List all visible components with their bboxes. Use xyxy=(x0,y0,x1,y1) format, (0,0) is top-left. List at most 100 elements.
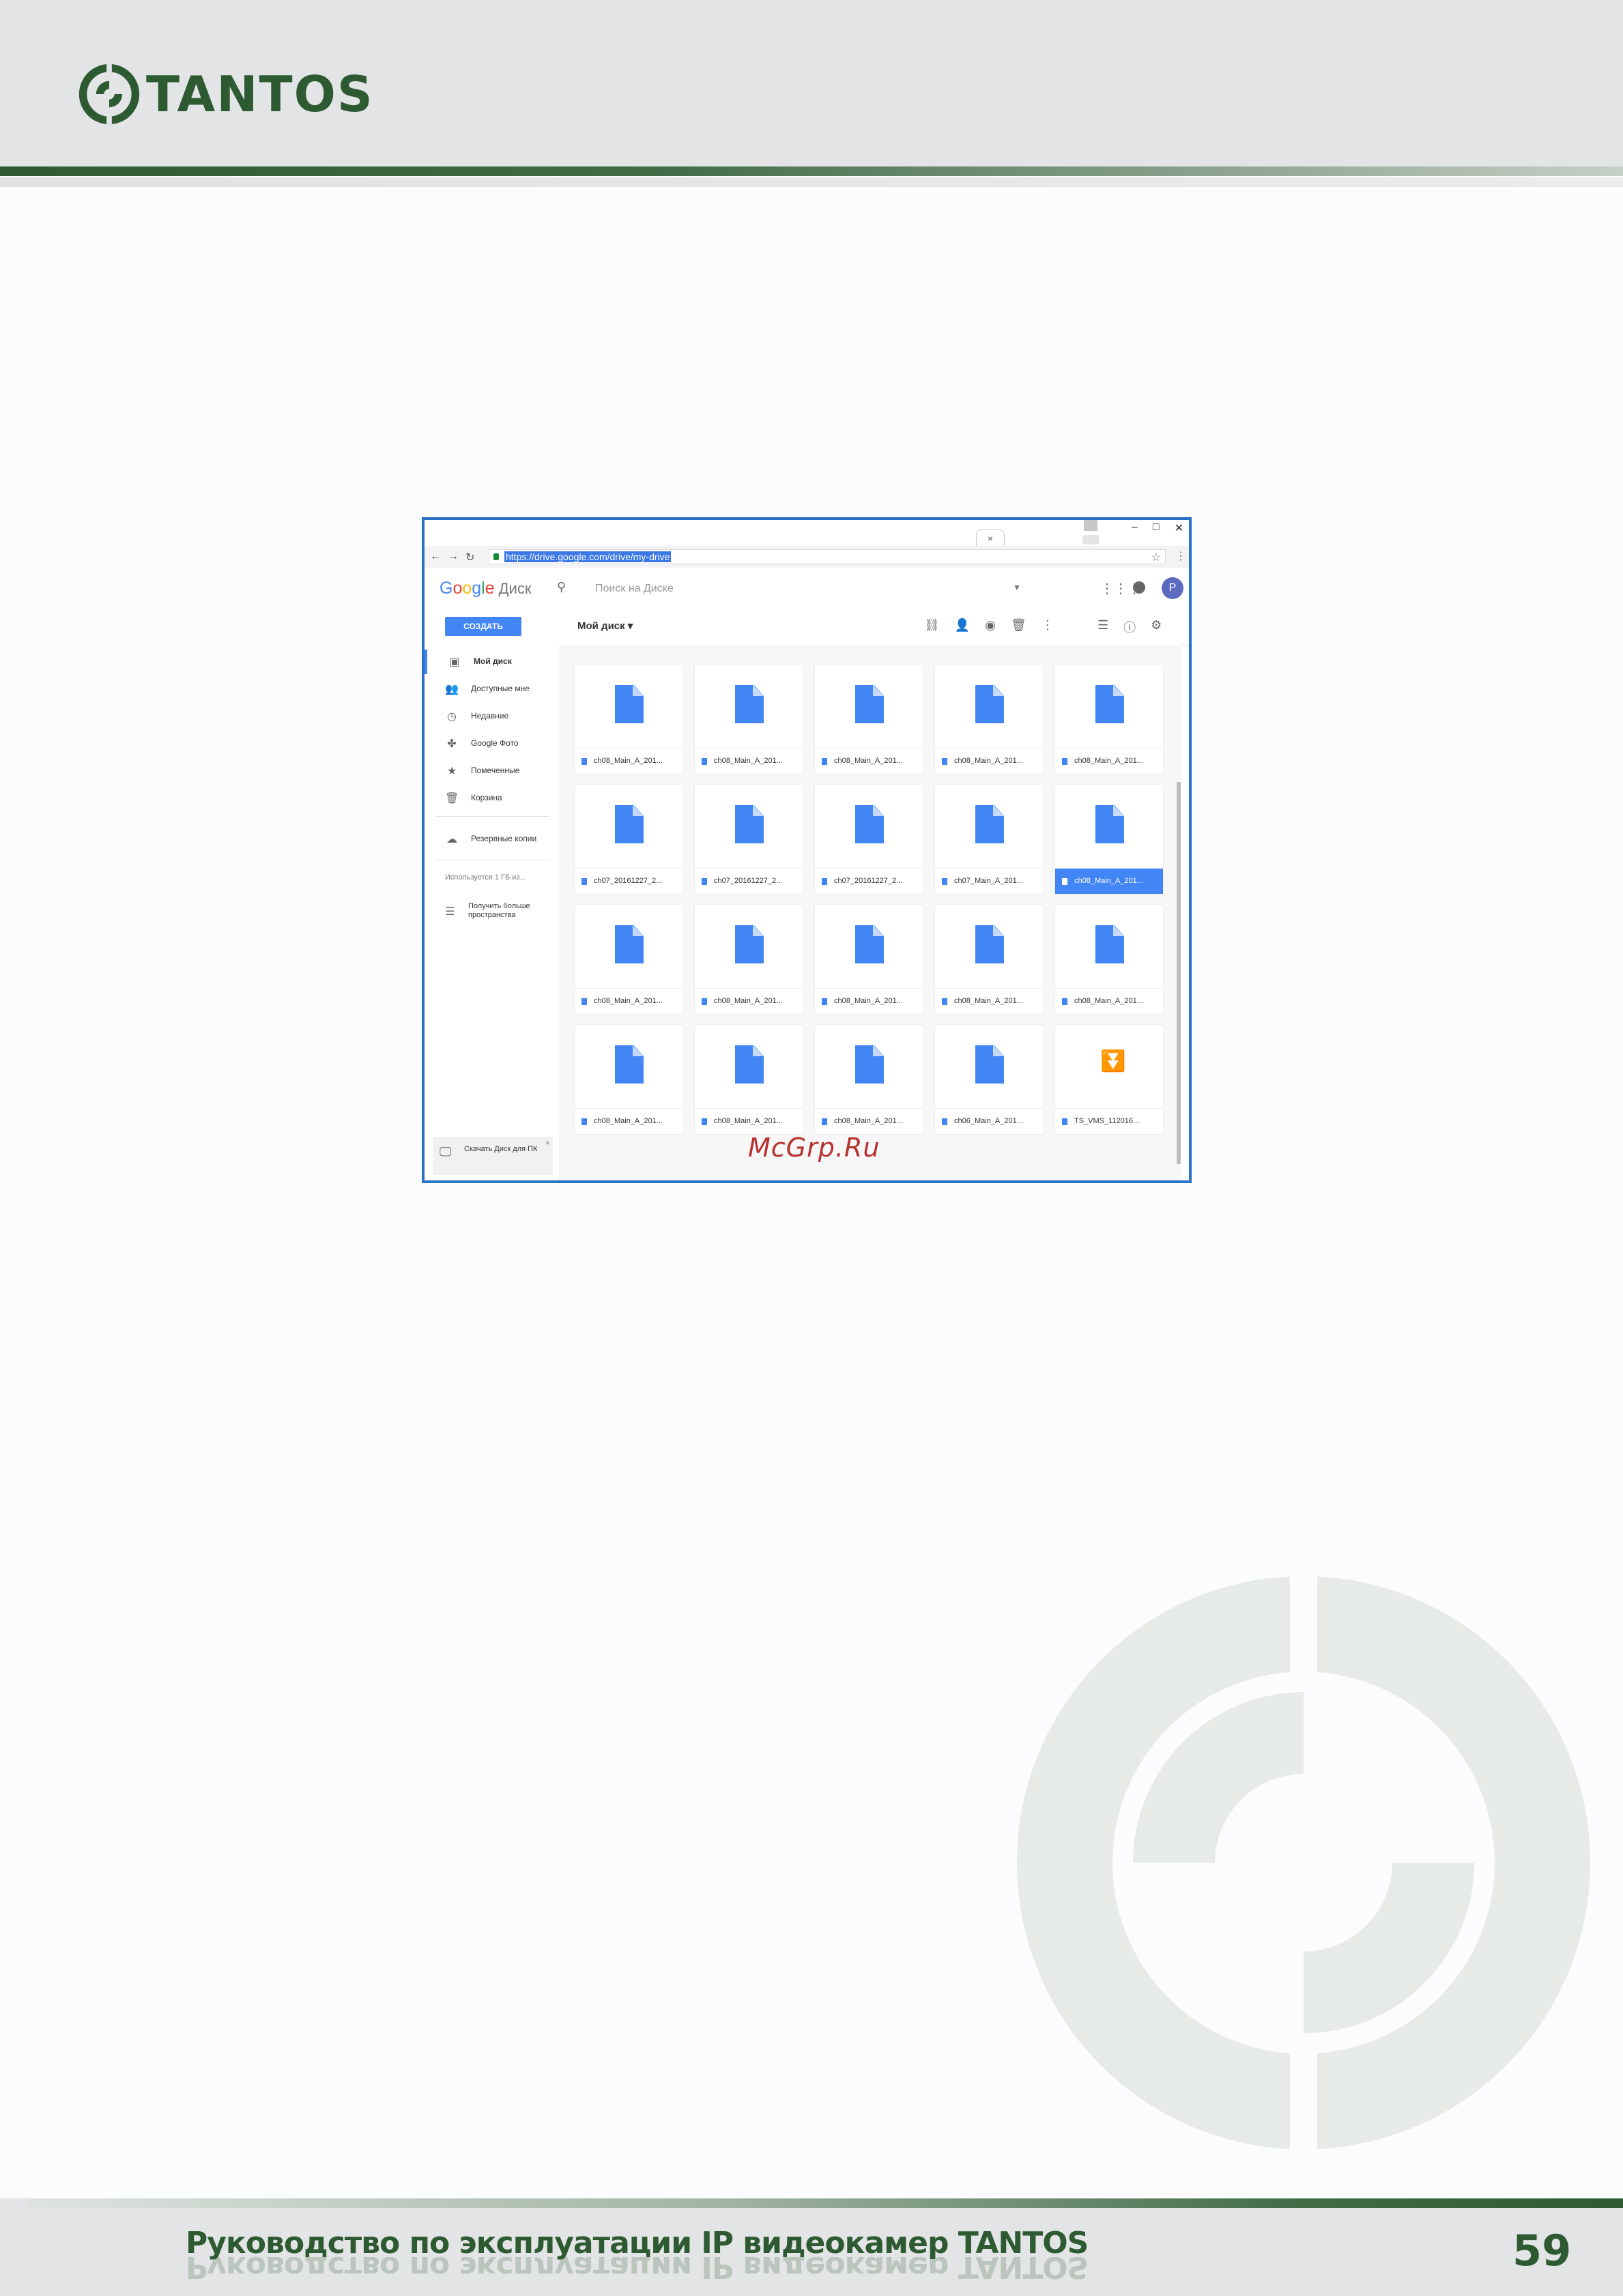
location-dropdown[interactable]: Мой диск ▾ xyxy=(577,620,633,632)
file-tile[interactable]: ch06_Main_A_201... xyxy=(935,1025,1043,1134)
file-thumbnail xyxy=(575,785,683,868)
file-tile[interactable]: ch08_Main_A_201... xyxy=(1055,905,1163,1014)
file-tile[interactable]: ch08_Main_A_201... xyxy=(1055,785,1163,894)
file-tile[interactable]: ch07_20161227_2... xyxy=(695,785,803,894)
search-input[interactable]: Поиск на Диске xyxy=(595,583,674,595)
storage-usage: Используется 1 ГБ из... xyxy=(445,873,526,882)
settings-gear-icon[interactable]: ⚙ xyxy=(1151,618,1162,636)
file-thumbnail xyxy=(935,1025,1043,1108)
sidebar-item-recent[interactable]: ◷ Недавние xyxy=(425,704,558,729)
file-name: ch08_Main_A_201... xyxy=(594,997,663,1005)
trash-icon: 🗑 xyxy=(445,793,459,804)
tantos-logo: TANTOS xyxy=(76,60,374,128)
browser-menu-icon[interactable]: ⋮ xyxy=(1175,549,1186,563)
sidebar-item-shared[interactable]: 👥 Доступные мне xyxy=(425,677,558,701)
file-tile[interactable]: ch08_Main_A_201... xyxy=(935,665,1043,774)
file-tile[interactable]: ch08_Main_A_201... xyxy=(815,905,923,1014)
file-type-icon xyxy=(581,758,587,765)
file-tile[interactable]: ch08_Main_A_201... xyxy=(815,1025,923,1134)
file-tile[interactable]: ch08_Main_A_201... xyxy=(935,905,1043,1014)
file-tile[interactable]: ch07_20161227_2... xyxy=(815,785,923,894)
link-icon[interactable]: ⛓ xyxy=(924,618,940,633)
close-icon[interactable]: × xyxy=(545,1138,550,1148)
file-thumbnail xyxy=(815,785,923,868)
file-tile[interactable]: ch08_Main_A_201... xyxy=(575,665,683,774)
file-name: ch08_Main_A_201... xyxy=(714,997,783,1005)
bookmark-star-icon[interactable]: ☆ xyxy=(1151,551,1161,564)
file-tile[interactable]: ch08_Main_A_201... xyxy=(815,665,923,774)
mcgrp-watermark: McGrp.Ru xyxy=(748,1133,880,1163)
pinwheel-icon: ✤ xyxy=(447,738,457,750)
file-tile[interactable]: ch08_Main_A_201... xyxy=(575,1025,683,1134)
document-icon xyxy=(615,805,644,843)
browser-tab[interactable]: × xyxy=(976,529,1005,547)
file-tile[interactable]: ch08_Main_A_201... xyxy=(695,665,803,774)
tantos-emblem-icon xyxy=(78,63,140,125)
share-icon[interactable]: 👤 xyxy=(955,618,970,633)
avatar[interactable]: P xyxy=(1162,577,1183,599)
file-thumbnail xyxy=(575,1025,683,1108)
file-tile[interactable]: ch08_Main_A_201... xyxy=(575,905,683,1014)
list-view-icon[interactable]: ☰ xyxy=(1097,618,1108,636)
file-type-icon xyxy=(822,998,827,1005)
file-caption: ch08_Main_A_201... xyxy=(695,1108,803,1134)
location-label: Мой диск xyxy=(577,620,625,632)
file-caption: ch07_20161227_2... xyxy=(695,868,803,894)
profile-chip[interactable] xyxy=(1082,535,1099,544)
sidebar-item-starred[interactable]: ★ Помеченные xyxy=(425,759,558,783)
reload-icon[interactable]: ↻ xyxy=(465,551,474,564)
document-icon xyxy=(975,1045,1004,1084)
file-type-icon xyxy=(702,1118,707,1125)
search-options-dropdown-icon[interactable]: ▼ xyxy=(1013,583,1021,592)
file-name: ch08_Main_A_201... xyxy=(594,757,663,765)
google-drive-logo[interactable]: Google Диск xyxy=(440,579,531,598)
file-thumbnail xyxy=(815,665,923,748)
file-caption: ch06_Main_A_201... xyxy=(935,1108,1043,1134)
file-type-icon xyxy=(1062,1118,1067,1125)
file-type-icon xyxy=(942,1118,947,1125)
url-text[interactable]: https://drive.google.com/drive/my-drive xyxy=(504,551,672,562)
download-indicator-icon[interactable] xyxy=(1084,520,1097,531)
document-icon xyxy=(1095,805,1124,843)
file-name: ch07_Main_A_201... xyxy=(954,877,1023,885)
scrollbar[interactable] xyxy=(1177,782,1181,1164)
url-field[interactable]: https://drive.google.com/drive/my-drive … xyxy=(489,549,1166,564)
product-name: Диск xyxy=(498,580,532,597)
back-icon[interactable]: ← xyxy=(430,551,441,564)
sidebar-item-label: Недавние xyxy=(471,711,509,721)
maximize-icon[interactable]: □ xyxy=(1153,521,1160,535)
file-type-icon xyxy=(581,1118,587,1125)
file-tile[interactable]: ch08_Main_A_201... xyxy=(695,905,803,1014)
file-name: ch08_Main_A_201... xyxy=(714,757,783,765)
trash-icon[interactable]: 🗑 xyxy=(1011,618,1026,633)
close-icon[interactable]: ✕ xyxy=(1175,521,1183,535)
document-icon xyxy=(735,1045,764,1084)
document-icon xyxy=(615,925,644,963)
file-tile[interactable]: ⏬ TS_VMS_112016... xyxy=(1055,1025,1163,1134)
forward-icon[interactable]: → xyxy=(448,551,459,564)
tab-close-icon[interactable]: × xyxy=(988,533,993,544)
more-actions-icon[interactable]: ⋮ xyxy=(1042,618,1054,633)
file-thumbnail xyxy=(695,665,803,748)
sidebar-item-photos[interactable]: ✤ Google Фото xyxy=(425,731,558,756)
file-name: ch08_Main_A_201... xyxy=(954,997,1023,1005)
file-tile[interactable]: ch07_Main_A_201... xyxy=(935,785,1043,894)
sidebar-item-trash[interactable]: 🗑 Корзина xyxy=(425,786,558,811)
sidebar-item-my-drive[interactable]: ▣ Мой диск xyxy=(425,650,558,674)
minimize-icon[interactable]: – xyxy=(1132,521,1138,535)
file-tile[interactable]: ch07_20161227_2... xyxy=(575,785,683,894)
file-type-icon xyxy=(1062,758,1067,765)
info-icon[interactable]: ⓘ xyxy=(1123,618,1136,636)
search-icon[interactable]: ⚲ xyxy=(557,580,566,594)
file-caption: ch08_Main_A_201... xyxy=(575,748,683,774)
file-tile[interactable]: ch08_Main_A_201... xyxy=(1055,665,1163,774)
download-drive-promo[interactable]: 🖵 Скачать Диск для ПК × xyxy=(433,1137,553,1175)
preview-eye-icon[interactable]: ◉ xyxy=(985,618,996,633)
clock-icon: ◷ xyxy=(447,711,457,723)
header-stripe-light xyxy=(0,177,1623,187)
notifications-icon[interactable] xyxy=(1133,581,1145,594)
create-button[interactable]: СОЗДАТЬ xyxy=(445,617,521,636)
sidebar-item-backups[interactable]: ☁ Резервные копии xyxy=(425,827,558,852)
file-name: ch08_Main_A_201... xyxy=(1074,757,1143,765)
file-tile[interactable]: ch08_Main_A_201... xyxy=(695,1025,803,1134)
